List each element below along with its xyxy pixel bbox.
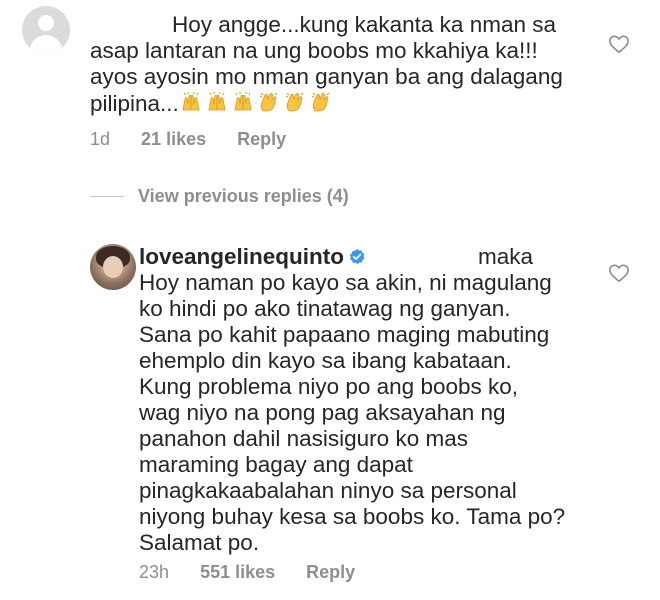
reply-1-line-5: Kung problema niyo po ang boobs ko,	[139, 374, 519, 399]
reply-1-header-line: loveangelinequinto maka	[139, 244, 565, 270]
clapping-hands-emoji	[285, 92, 304, 112]
comment-1-reply-button[interactable]: Reply	[237, 129, 286, 150]
raising-hands-emoji	[182, 92, 200, 111]
comment-1-text: Hoy angge...kung kakanta ka nman sa asap…	[90, 12, 563, 117]
default-avatar-icon[interactable]	[22, 6, 70, 54]
comment-1-line-3: ayos ayosin mo nman ganyan ba ang dalaga…	[90, 64, 563, 89]
reply-1-line-9: pinagkakaabalahan ninyo sa personal	[139, 478, 517, 503]
reply-1-reply-button[interactable]: Reply	[306, 562, 355, 583]
reply-1-line-4: ehemplo din kayo sa ibang kabataan.	[139, 348, 512, 373]
reply-1-time: 23h	[139, 562, 170, 582]
comment-1-line-4: pilipina...	[90, 90, 563, 117]
comment-1-time: 1d	[90, 129, 111, 149]
reply-1-line-2: ko hindi po ako tinatawag ng ganyan.	[139, 296, 511, 321]
reply-1-line-3: Sana po kahit papaano maging mabuting	[139, 322, 550, 347]
comment-1-line-1: Hoy angge...kung kakanta ka nman sa	[172, 12, 556, 37]
view-previous-replies-label: View previous replies (4)	[138, 185, 349, 206]
clapping-hands-emoji	[259, 92, 278, 112]
heart-outline-icon[interactable]	[608, 263, 630, 283]
view-previous-replies-button[interactable]: View previous replies (4)	[90, 184, 349, 208]
comment-1-likes[interactable]: 21 likes	[141, 129, 206, 150]
avatar-face-shape	[103, 256, 123, 278]
reply-1-line-7: panahon dahil nasisiguro ko mas	[139, 426, 468, 451]
reply-1-line-1: Hoy naman po kayo sa akin, ni magulang	[139, 270, 552, 295]
profile-photo-avatar[interactable]	[90, 244, 136, 290]
comment-1-line-2: asap lantaran na ung boobs mo kkahiya ka…	[90, 38, 538, 63]
reply-1-line-11: Salamat po.	[139, 530, 260, 555]
username-link[interactable]: loveangelinequinto	[139, 244, 344, 269]
replies-divider	[90, 195, 124, 197]
raising-hands-emoji	[208, 92, 226, 111]
comment-1: Hoy angge...kung kakanta ka nman sa asap…	[0, 0, 660, 160]
reply-1-text: loveangelinequinto maka Hoy naman po kayo…	[139, 244, 565, 556]
comment-1-line-4-text: pilipina...	[90, 91, 179, 116]
avatar-head-shape	[38, 15, 54, 31]
reply-1-likes[interactable]: 551 likes	[200, 562, 275, 583]
comment-1-meta: 1d 21 likes Reply	[90, 129, 286, 150]
avatar-body-shape	[30, 35, 62, 54]
reply-1-line-6: wag niyo na pong pag aksayahan ng	[139, 400, 506, 425]
reply-1-line-10: niyong buhay kesa sa boobs ko. Tama po?	[139, 504, 566, 529]
verified-badge-icon	[349, 248, 365, 265]
clapping-hands-emoji	[311, 92, 330, 112]
reply-1-mention-tail: maka	[478, 244, 534, 269]
reply-1: loveangelinequinto maka Hoy naman po kayo…	[0, 230, 660, 600]
raising-hands-emoji	[234, 92, 252, 111]
reply-1-meta: 23h 551 likes Reply	[139, 562, 355, 583]
heart-outline-icon[interactable]	[608, 34, 630, 54]
reply-1-line-8: maraming bagay ang dapat	[139, 452, 413, 477]
